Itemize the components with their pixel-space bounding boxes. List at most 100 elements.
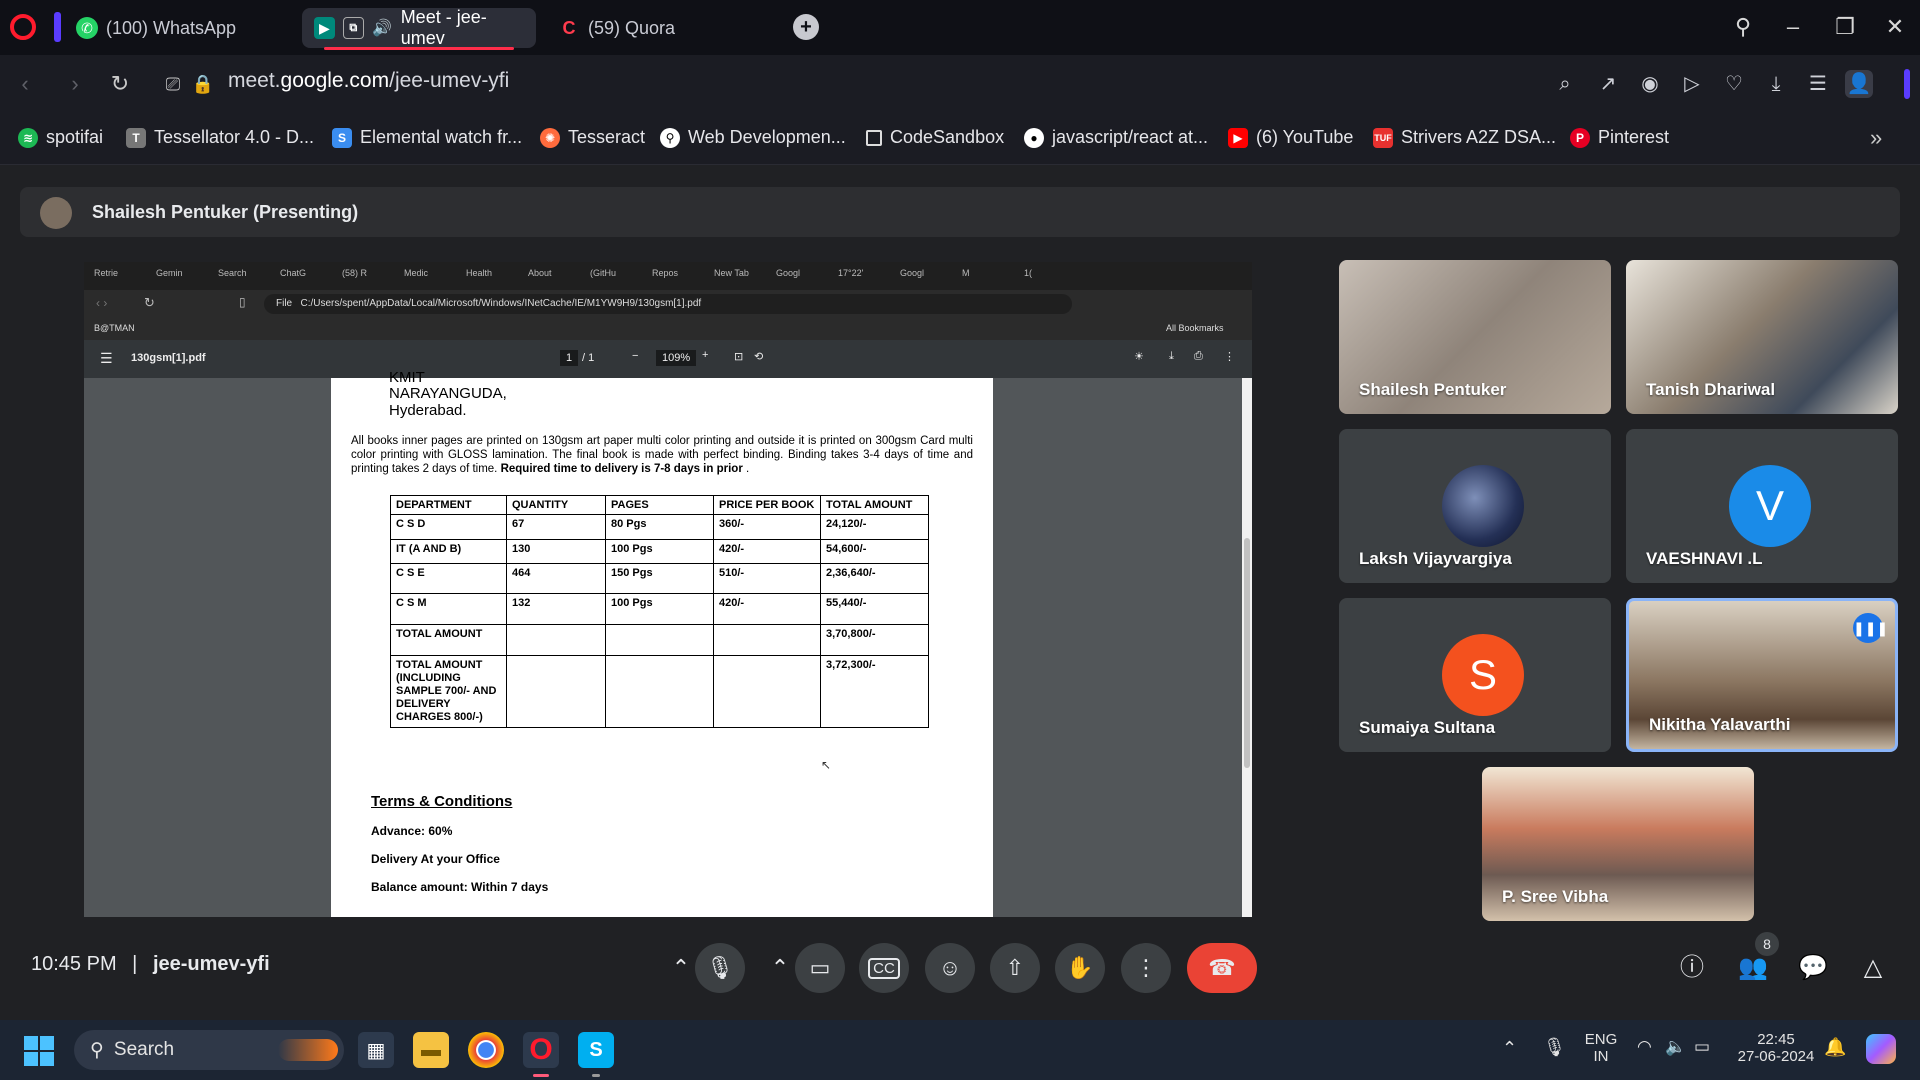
table-cell — [605, 655, 714, 728]
restore-icon[interactable]: ❐ — [1830, 12, 1860, 42]
bookmark-pinterest[interactable]: P Pinterest — [1570, 127, 1669, 148]
open-external-icon[interactable]: ↗ — [1594, 70, 1622, 98]
participant-name: Tanish Dhariwal — [1646, 380, 1776, 399]
favorites-heart-icon[interactable]: ♡ — [1720, 70, 1748, 98]
opera-taskbar-icon[interactable]: O — [523, 1032, 559, 1068]
wifi-icon[interactable]: ◠ — [1637, 1037, 1652, 1057]
tesseract-icon: ✺ — [540, 127, 560, 148]
tray-overflow-icon[interactable]: ⌃ — [1502, 1038, 1517, 1059]
lock-icon[interactable]: 🔒 — [188, 69, 218, 99]
shared-screen: Retrie Gemin Search ChatG (58) R Medic Health A… — [84, 262, 1252, 917]
participant-tile-sree-vibha[interactable]: P. Sree Vibha — [1482, 767, 1754, 921]
pdf-menu-icon: ☰ — [100, 350, 113, 366]
shared-tab: 1( — [1024, 268, 1033, 278]
sidebar-toggle-icon[interactable] — [54, 12, 61, 42]
bookmark-web-development[interactable]: ⚲ Web Developmen... — [660, 127, 846, 148]
reactions-button[interactable]: ☺ — [925, 943, 975, 993]
present-screen-button[interactable]: ⇧ — [990, 943, 1040, 993]
bookmark-tessellator[interactable]: T Tessellator 4.0 - D... — [126, 127, 314, 148]
table-cell: C S D — [390, 514, 507, 540]
camera-icon: ▭ — [809, 955, 831, 980]
leave-call-button[interactable]: ☎ — [1187, 943, 1257, 993]
tab-quora[interactable]: C (59) Quora — [546, 8, 746, 48]
back-icon[interactable]: ‹ — [10, 69, 40, 99]
bookmark-elemental-watch[interactable]: S Elemental watch fr... — [332, 127, 522, 148]
clock-date-text: 27-06-2024 — [1737, 1048, 1815, 1065]
more-bookmarks-icon[interactable]: » — [1870, 125, 1882, 151]
people-count-badge: 8 — [1755, 932, 1779, 956]
new-tab-icon[interactable]: + — [793, 14, 819, 40]
skype-icon[interactable]: S — [578, 1032, 614, 1068]
speaker-icon[interactable]: 🔊 — [372, 17, 393, 39]
shared-bookmarks-bar: B@TMAN All Bookmarks — [84, 318, 1252, 340]
hang-up-icon: ☎ — [1208, 955, 1236, 980]
file-explorer-icon[interactable]: ▬ — [413, 1032, 449, 1068]
video-options-chevron-icon[interactable]: ⌃ — [765, 943, 795, 993]
table-row: C S M 132 100 Pgs 420/- 55,440/- — [390, 593, 929, 625]
participant-tile-laksh[interactable]: Laksh Vijayvargiya — [1339, 429, 1611, 583]
table-cell: 132 — [506, 593, 606, 625]
tab-google-meet[interactable]: ▶ ⧉ 🔊 Meet - jee-umev — [302, 7, 536, 50]
mouse-cursor-icon: ↖ — [821, 758, 832, 772]
close-window-icon[interactable]: ✕ — [1880, 12, 1910, 42]
chat-icon[interactable]: 💬 — [1795, 950, 1831, 986]
captions-button[interactable]: CC — [859, 943, 909, 993]
language-indicator[interactable]: ENG IN — [1580, 1031, 1622, 1065]
more-options-button[interactable]: ⋮ — [1121, 943, 1171, 993]
battery-icon[interactable]: ▭ — [1694, 1037, 1710, 1057]
bookmark-youtube[interactable]: ▶ (6) YouTube — [1228, 127, 1353, 148]
participant-tile-sumaiya[interactable]: S Sumaiya Sultana — [1339, 598, 1611, 752]
download-icon[interactable]: ⤓ — [1762, 70, 1790, 98]
skype-open-indicator — [592, 1074, 600, 1077]
bookmark-strivers[interactable]: TUF Strivers A2Z DSA... — [1373, 127, 1556, 148]
camera-permission-icon[interactable]: ⎚ — [158, 69, 188, 99]
picture-in-picture-icon[interactable]: ⧉ — [342, 17, 364, 39]
microphone-tray-icon[interactable]: 🎙 — [1543, 1037, 1566, 1058]
shared-tab: Googl — [776, 268, 801, 278]
taskbar-search[interactable]: ⚲ Search — [74, 1030, 344, 1070]
easy-setup-icon[interactable]: ☰ — [1804, 70, 1832, 98]
clock-date[interactable]: 22:45 27-06-2024 — [1733, 1031, 1819, 1065]
send-icon[interactable]: ▷ — [1678, 70, 1706, 98]
pdf-page-total: / 1 — [582, 352, 595, 364]
chrome-icon[interactable] — [468, 1032, 504, 1068]
table-cell — [605, 624, 714, 656]
tab-search-icon[interactable]: ⚲ — [1728, 12, 1758, 42]
windows-start-icon[interactable] — [24, 1036, 54, 1066]
zoom-search-icon[interactable]: ⌕ — [1551, 70, 1579, 98]
hand-icon: ✋ — [1066, 955, 1094, 980]
reload-icon[interactable]: ↻ — [105, 69, 135, 99]
bookmark-spotifai[interactable]: ≋ spotifai — [18, 127, 103, 148]
copilot-icon[interactable] — [1866, 1034, 1896, 1064]
participant-tile-vaeshnavi[interactable]: V VAESHNAVI .L — [1626, 429, 1898, 583]
participant-tile-tanish[interactable]: Tanish Dhariwal — [1626, 260, 1898, 414]
forward-icon[interactable]: › — [60, 69, 90, 99]
volume-icon[interactable]: 🔈 — [1665, 1037, 1686, 1057]
google-meet-icon: ▶ — [314, 17, 335, 39]
tab-whatsapp[interactable]: ✆ (100) WhatsApp — [64, 8, 292, 48]
activities-icon[interactable]: △ — [1855, 950, 1891, 986]
profile-icon[interactable]: 👤 — [1845, 70, 1873, 98]
calculator-icon[interactable]: ▦ — [358, 1032, 394, 1068]
camera-button[interactable]: ▭ — [795, 943, 845, 993]
url-field[interactable]: meet.google.com/jee-umev-yfi — [228, 69, 509, 93]
shared-all-bookmarks: All Bookmarks — [1166, 323, 1224, 333]
speaking-indicator-icon: ❚❚❚ — [1853, 613, 1888, 643]
bookmark-codesandbox[interactable]: CodeSandbox — [866, 127, 1004, 148]
opera-logo-icon[interactable] — [10, 14, 36, 40]
whatsapp-icon: ✆ — [76, 17, 98, 39]
notifications-bell-icon[interactable]: 🔔 — [1824, 1037, 1846, 1058]
snapshot-camera-icon[interactable]: ◉ — [1636, 70, 1664, 98]
shared-tab: Googl — [900, 268, 925, 278]
microphone-button[interactable]: 🎙 — [695, 943, 745, 993]
meeting-info-icon[interactable]: ⓘ — [1674, 950, 1710, 986]
bookmark-tesseract[interactable]: ✺ Tesseract — [540, 127, 645, 148]
participant-tile-shailesh[interactable]: Shailesh Pentuker — [1339, 260, 1611, 414]
raise-hand-button[interactable]: ✋ — [1055, 943, 1105, 993]
minimize-icon[interactable]: – — [1778, 12, 1808, 42]
shared-tab: M — [962, 268, 970, 278]
audio-options-chevron-icon[interactable]: ⌃ — [666, 943, 696, 993]
pdf-page: KMIT NARAYANGUDA, Hyderabad. All books i… — [331, 369, 993, 917]
participant-tile-nikitha[interactable]: ❚❚❚ Nikitha Yalavarthi — [1626, 598, 1898, 752]
bookmark-javascript-react[interactable]: ● javascript/react at... — [1024, 127, 1208, 148]
